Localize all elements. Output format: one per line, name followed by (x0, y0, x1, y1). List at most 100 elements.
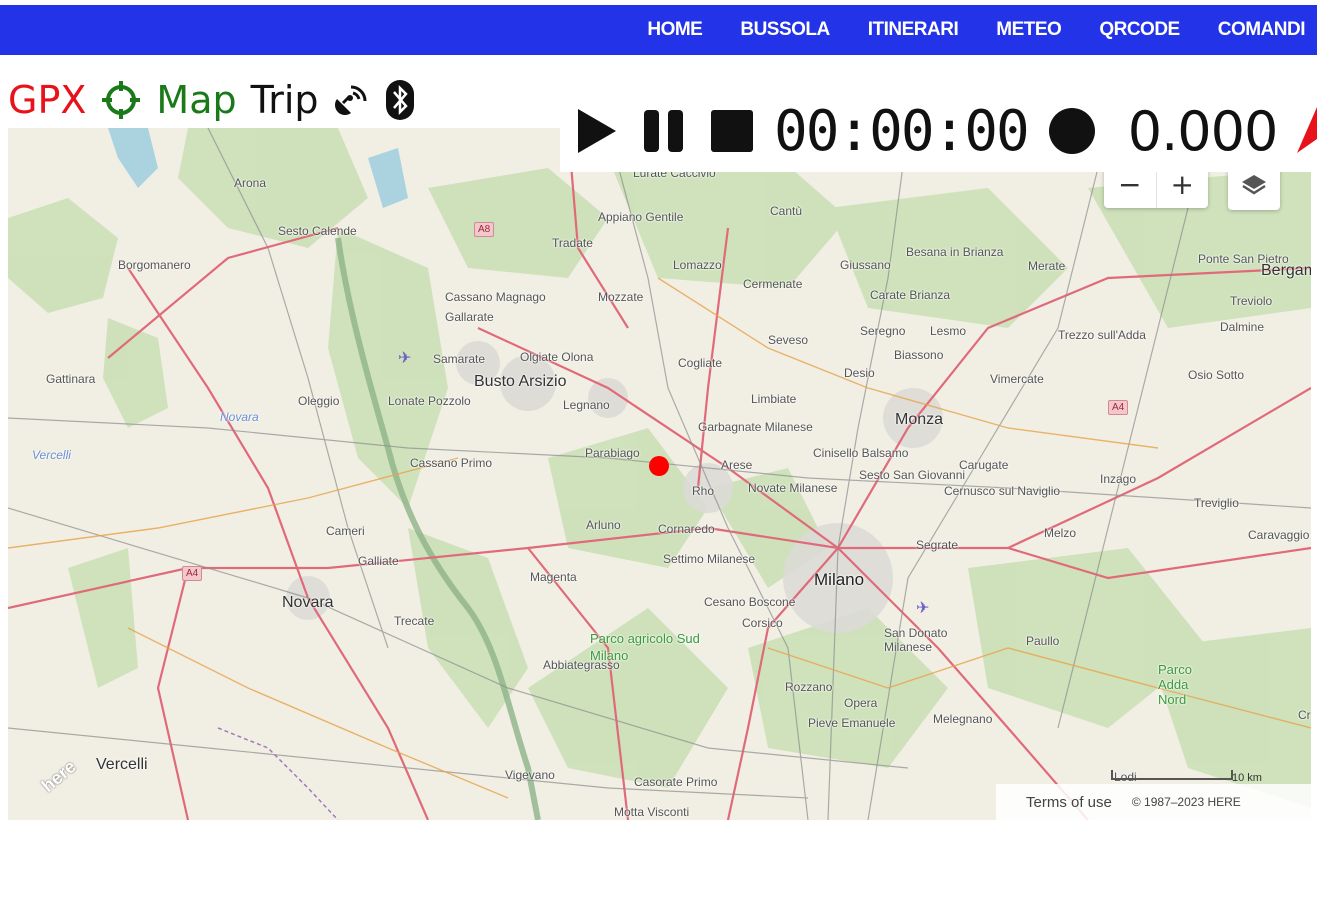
stop-button[interactable] (710, 109, 754, 153)
map-label: Merate (1028, 259, 1066, 273)
map-label: San Donato Milanese (884, 626, 948, 654)
map-label: Melzo (1044, 526, 1077, 540)
map-label: Casorate Primo (634, 775, 718, 789)
map-label: Galliate (358, 554, 399, 568)
recorder-bar: 00:00:00 0.000 (560, 90, 1317, 172)
map-button[interactable]: Map (156, 78, 236, 122)
map-label: Paullo (1026, 634, 1060, 648)
map-label: Cameri (326, 524, 365, 538)
map-label: Samarate (433, 352, 486, 366)
map-label: Vigevano (505, 768, 555, 782)
map-label: Parabiago (585, 446, 640, 460)
map-label: Novara (282, 594, 334, 611)
north-arrow-icon (1297, 107, 1317, 153)
map-label: Besana in Brianza (906, 245, 1004, 259)
north-arrow[interactable] (1295, 105, 1317, 157)
satellite-icon[interactable] (333, 81, 371, 119)
map-label: Milano (814, 570, 865, 589)
map-label: Parco Adda Nord (1158, 662, 1192, 707)
map-label: Legnano (563, 398, 610, 412)
distance-readout: 0.000 (1127, 99, 1279, 163)
map-attribution: Terms of use © 1987–2023 HERE (996, 784, 1311, 820)
map-view[interactable]: Arona Sesto Calende Borgomanero Tradate … (8, 128, 1311, 820)
map-label: Lonate Pozzolo (388, 394, 471, 408)
map-label: Gallarate (445, 310, 494, 324)
map-label: Caravaggio (1248, 528, 1310, 542)
map-label: Sesto Calende (278, 224, 357, 238)
map-label: Vercelli (32, 448, 71, 462)
map-label: Novate Milanese (748, 481, 838, 495)
map-label: Motta Visconti (614, 805, 690, 819)
motorway-shield: A4 (182, 566, 203, 581)
layers-icon (1242, 175, 1266, 195)
record-icon (1048, 108, 1095, 154)
map-label: Appiano Gentile (598, 210, 684, 224)
top-nav: HOME BUSSOLA ITINERARI METEO QRCODE COMA… (0, 5, 1317, 55)
app-toolbar: GPX Map Trip (8, 76, 429, 124)
scale-label: 10 km (1232, 772, 1262, 784)
map-label: Rho (692, 484, 715, 498)
pause-button[interactable] (642, 108, 686, 154)
elapsed-timer: 00:00:00 (774, 98, 1030, 164)
nav-itinerari[interactable]: ITINERARI (868, 19, 959, 41)
map-label: Olgiate Olona (520, 350, 594, 364)
nav-home[interactable]: HOME (647, 19, 703, 41)
map-label: Oleggio (298, 394, 340, 408)
map-label: Sesto San Giovanni (859, 468, 966, 482)
map-label: Cinisello Balsamo (813, 446, 909, 460)
map-label: Carate Brianza (870, 288, 951, 302)
map-label: Biassono (894, 348, 944, 362)
map-label: Cogliate (678, 356, 723, 370)
map-label: Cesano Boscone (704, 595, 796, 609)
trip-button[interactable]: Trip (251, 78, 319, 122)
map-label: Treviolo (1230, 294, 1273, 308)
map-label: Seveso (768, 333, 809, 347)
map-label: Rozzano (785, 680, 833, 694)
map-label: Magenta (530, 570, 577, 584)
play-icon (578, 109, 616, 153)
gpx-button[interactable]: GPX (8, 78, 86, 122)
map-label: Opera (844, 696, 878, 710)
map-label: Lesmo (930, 324, 967, 338)
map-label: Arese (721, 458, 753, 472)
terms-of-use-link[interactable]: Terms of use (1026, 794, 1112, 811)
map-label: Pieve Emanuele (808, 716, 896, 730)
map-label: Vimercate (990, 372, 1044, 386)
current-position-marker (649, 456, 669, 476)
map-label: Corsico (742, 616, 783, 630)
map-label: Osio Sotto (1188, 368, 1245, 382)
map-label: Segrate (916, 538, 959, 552)
map-label: Bergamo (1261, 262, 1311, 279)
map-label: Trezzo sull'Adda (1058, 328, 1146, 342)
record-button[interactable] (1048, 107, 1096, 155)
map-label: Monza (895, 411, 944, 428)
map-label: Gattinara (46, 372, 96, 386)
airport-icon: ✈ (916, 600, 930, 617)
map-label: Melegnano (933, 712, 993, 726)
map-label: Treviglio (1194, 496, 1239, 510)
map-label: Cassano Magnago (445, 290, 546, 304)
map-label: Tradate (552, 236, 593, 250)
nav-meteo[interactable]: METEO (996, 19, 1062, 41)
map-label: Cornaredo (658, 522, 715, 536)
nav-comandi[interactable]: COMANDI (1218, 19, 1306, 41)
nav-qrcode[interactable]: QRCODE (1099, 19, 1180, 41)
map-label: Trecate (394, 614, 435, 628)
map-label: Busto Arsizio (474, 373, 567, 390)
map-label: Limbiate (751, 392, 797, 406)
bluetooth-icon[interactable] (385, 79, 415, 121)
map-label: Settimo Milanese (663, 552, 756, 566)
nav-bussola[interactable]: BUSSOLA (740, 19, 830, 41)
map-label: Arluno (586, 518, 621, 532)
pause-icon (644, 110, 683, 152)
map-label: Desio (844, 366, 875, 380)
map-label: Abbiategrasso (543, 658, 620, 672)
crosshair-icon[interactable] (100, 79, 142, 121)
map-label: Cermenate (743, 277, 803, 291)
map-label: Borgomanero (118, 258, 191, 272)
play-button[interactable] (574, 106, 618, 156)
motorway-shield: A4 (1108, 400, 1129, 415)
map-label: Cassano Primo (410, 456, 493, 470)
map-label: Lomazzo (673, 258, 722, 272)
map-label: Cantù (770, 204, 803, 218)
